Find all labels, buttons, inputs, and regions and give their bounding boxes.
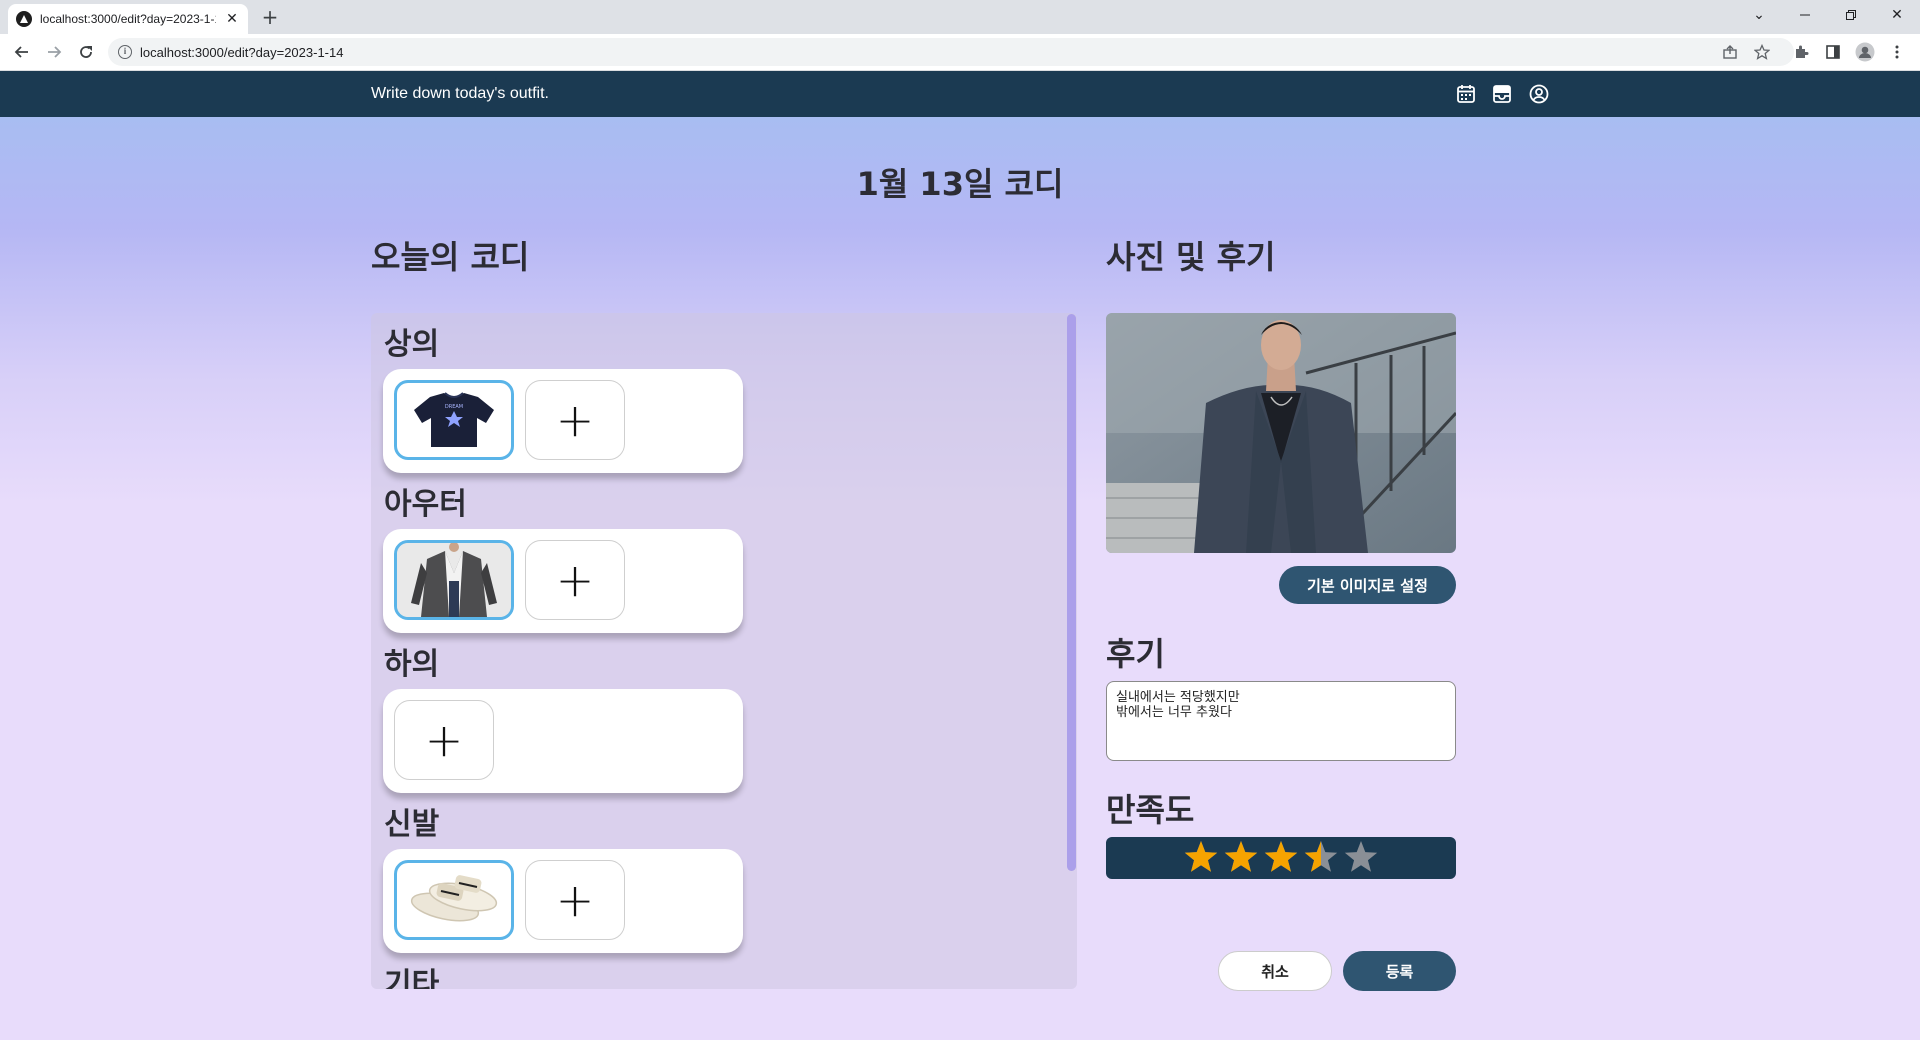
brand-title[interactable]: Write down today's outfit. <box>371 85 549 103</box>
browser-menu-icon[interactable] <box>1887 42 1907 62</box>
category-card-bottom: + <box>383 689 743 793</box>
rating-star-5[interactable] <box>1344 841 1378 872</box>
site-info-icon[interactable]: i <box>118 45 132 59</box>
category-label-etc: 기타 <box>384 967 440 989</box>
outfit-photo[interactable] <box>1106 313 1456 553</box>
tab-title: localhost:3000/edit?day=2023-1-14 <box>40 12 216 26</box>
rating-star-fill-3 <box>1264 841 1298 872</box>
category-card-outer: + <box>383 529 743 633</box>
address-bar[interactable]: i localhost:3000/edit?day=2023-1-14 <box>108 38 1794 66</box>
photo-review-heading: 사진 및 후기 <box>1106 238 1276 276</box>
closet-icon[interactable] <box>1491 83 1513 105</box>
item-thumbnail-tshirt[interactable]: DREAM <box>394 380 514 460</box>
review-heading: 후기 <box>1106 635 1165 673</box>
app-favicon-icon <box>16 11 32 27</box>
rating-star-fill-1 <box>1184 841 1218 872</box>
tab-search-icon[interactable]: ⌄ <box>1736 0 1782 30</box>
category-card-shoes: + <box>383 849 743 953</box>
category-label-bottom: 하의 <box>384 647 440 682</box>
slides-image <box>410 875 498 922</box>
item-thumbnail-blazer[interactable] <box>394 540 514 620</box>
tshirt-image: DREAM <box>414 392 494 447</box>
outfit-photo-image <box>1106 313 1456 553</box>
extensions-icon[interactable] <box>1791 42 1811 62</box>
rating-stars <box>1184 841 1378 872</box>
category-label-outer: 아우터 <box>384 487 467 522</box>
close-window-icon[interactable]: ✕ <box>1874 0 1920 30</box>
add-shoes-button[interactable]: + <box>525 860 625 940</box>
category-label-shoes: 신발 <box>384 807 440 842</box>
minimize-icon[interactable] <box>1782 0 1828 30</box>
tab-close-icon[interactable]: ✕ <box>224 11 240 27</box>
add-bottom-button[interactable]: + <box>394 700 494 780</box>
browser-tabstrip: localhost:3000/edit?day=2023-1-14 ✕ + ⌄ … <box>0 0 1920 34</box>
set-default-image-button[interactable]: 기본 이미지로 설정 <box>1279 566 1456 604</box>
share-icon[interactable] <box>1720 42 1740 62</box>
review-textarea[interactable]: 실내에서는 적당했지만 밖에서는 너무 추웠다 <box>1106 681 1456 761</box>
submit-button[interactable]: 등록 <box>1343 951 1456 991</box>
browser-toolbar: i localhost:3000/edit?day=2023-1-14 <box>0 34 1920 71</box>
page-title: 1월 13일 코디 <box>856 165 1064 203</box>
calendar-icon[interactable] <box>1455 83 1477 105</box>
url-text: localhost:3000/edit?day=2023-1-14 <box>140 44 344 60</box>
category-card-top: DREAM + <box>383 369 743 473</box>
user-profile-icon[interactable] <box>1528 83 1550 105</box>
back-icon[interactable] <box>10 40 34 64</box>
outfit-panel-scrollbar[interactable] <box>1067 314 1076 871</box>
add-outer-button[interactable]: + <box>525 540 625 620</box>
forward-icon[interactable] <box>42 40 66 64</box>
app-header: Write down today's outfit. <box>0 71 1920 117</box>
add-top-button[interactable]: + <box>525 380 625 460</box>
satisfaction-rating[interactable] <box>1106 837 1456 879</box>
outfit-heading: 오늘의 코디 <box>371 238 530 276</box>
new-tab-button[interactable]: + <box>258 6 282 30</box>
cancel-button[interactable]: 취소 <box>1218 951 1332 991</box>
satisfaction-heading: 만족도 <box>1106 791 1195 829</box>
rating-star-fill-2 <box>1224 841 1258 872</box>
browser-tab[interactable]: localhost:3000/edit?day=2023-1-14 ✕ <box>8 4 248 34</box>
outfit-panel[interactable]: 상의 DREAM + 아우터 + 하의 + 신발 + 기타 <box>371 313 1077 989</box>
edit-page: 1월 13일 코디 오늘의 코디 사진 및 후기 상의 DREAM + 아우터 <box>0 117 1920 1040</box>
blazer-image <box>397 543 511 617</box>
side-panel-icon[interactable] <box>1823 42 1843 62</box>
profile-avatar-icon[interactable] <box>1855 42 1875 62</box>
reload-icon[interactable] <box>74 40 98 64</box>
restore-icon[interactable] <box>1828 0 1874 30</box>
item-thumbnail-slides[interactable] <box>394 860 514 940</box>
svg-text:DREAM: DREAM <box>445 404 463 410</box>
category-label-top: 상의 <box>384 327 440 362</box>
bookmark-star-icon[interactable] <box>1752 42 1772 62</box>
